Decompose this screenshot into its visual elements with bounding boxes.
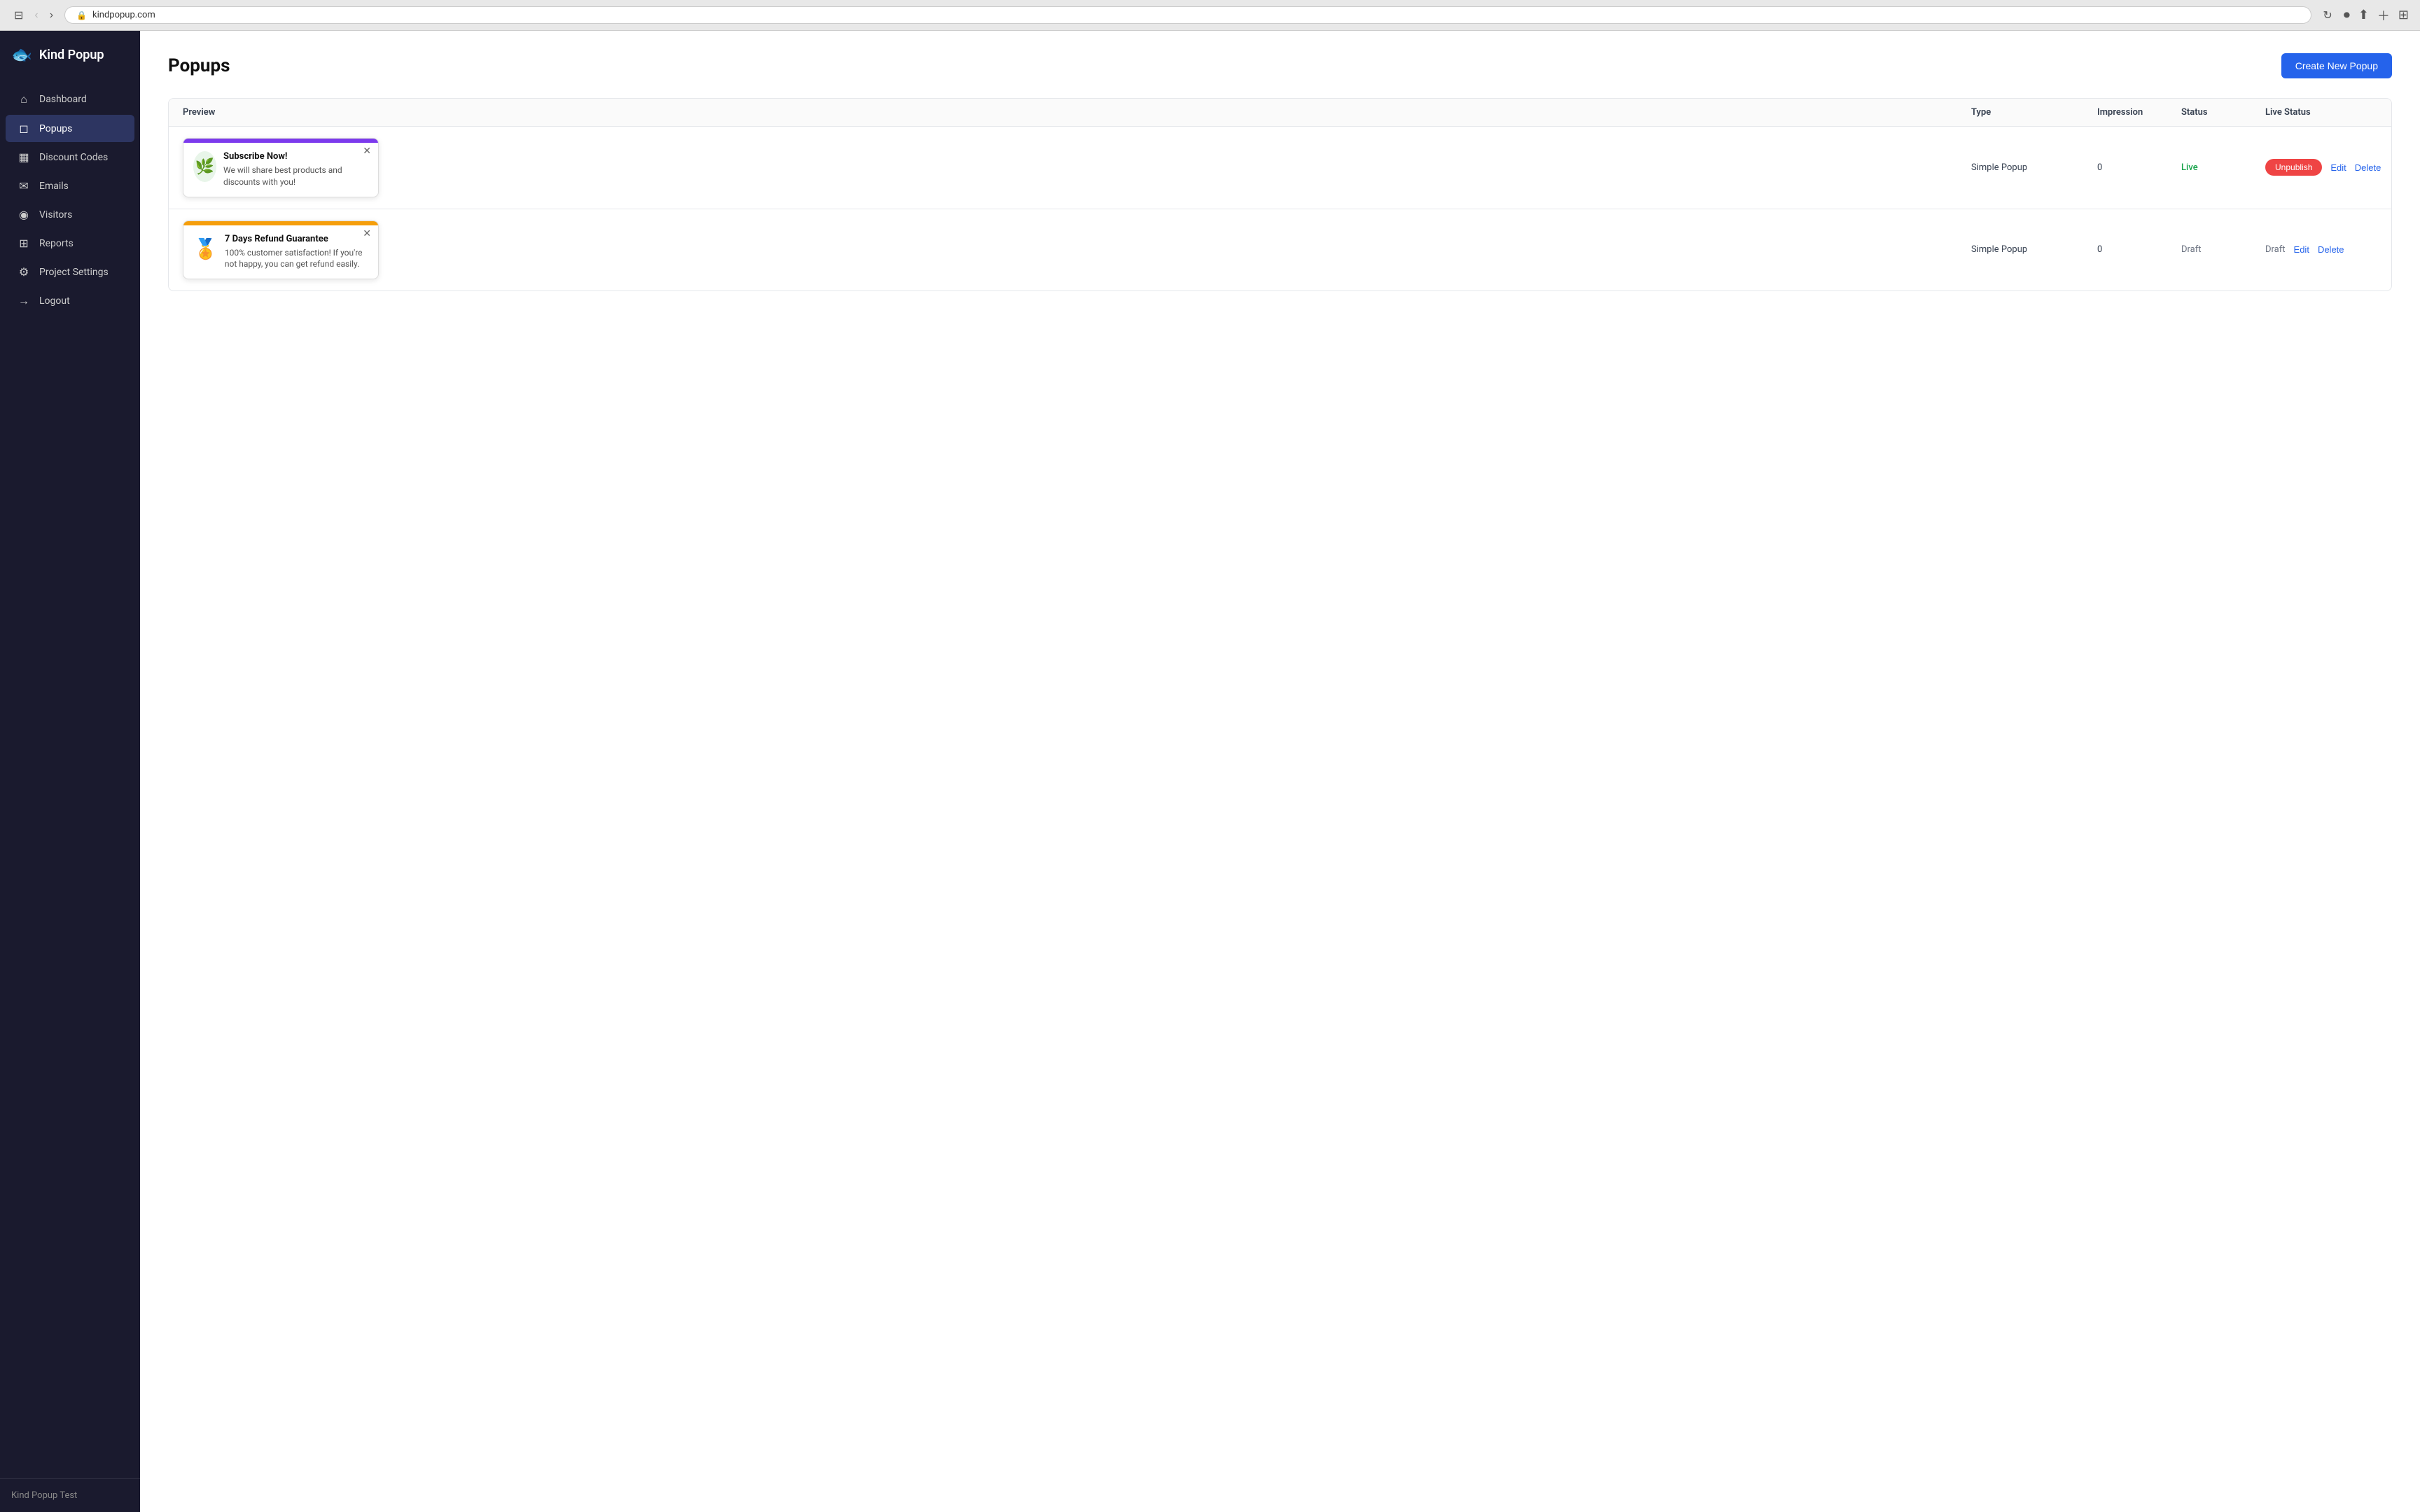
medal-icon: 🏅 xyxy=(193,234,218,265)
popups-table: Preview Type Impression Status Live Stat… xyxy=(168,98,2392,291)
leaf-icon: 🌿 xyxy=(193,151,216,182)
sidebar-item-project-settings[interactable]: ⚙ Project Settings xyxy=(6,258,134,286)
sidebar-item-dashboard[interactable]: ⌂ Dashboard xyxy=(6,85,134,113)
sidebar-label-reports: Reports xyxy=(39,238,74,249)
live-status-cell-2: Draft Edit Delete xyxy=(2265,244,2377,255)
address-bar[interactable]: 🔒 kindpopup.com xyxy=(64,6,2311,24)
url-text: kindpopup.com xyxy=(92,10,155,20)
popup-title-1: Subscribe Now! xyxy=(223,151,368,162)
sidebar-item-popups[interactable]: ◻ Popups xyxy=(6,115,134,142)
sidebar-item-emails[interactable]: ✉ Emails xyxy=(6,172,134,200)
back-button[interactable]: ‹ xyxy=(32,8,41,23)
email-icon: ✉ xyxy=(17,179,31,192)
col-header-live-status: Live Status xyxy=(2265,107,2377,118)
popup-text-2: 7 Days Refund Guarantee 100% customer sa… xyxy=(225,234,368,271)
popup-icon: ◻ xyxy=(17,122,31,135)
home-icon: ⌂ xyxy=(17,92,31,106)
popup-desc-2: 100% customer satisfaction! If you're no… xyxy=(225,247,368,271)
popup-body-2: 🏅 7 Days Refund Guarantee 100% customer … xyxy=(183,225,378,279)
delete-button-2[interactable]: Delete xyxy=(2318,244,2344,255)
sidebar-label-visitors: Visitors xyxy=(39,209,72,220)
table-header: Preview Type Impression Status Live Stat… xyxy=(169,99,2391,127)
popup-close-icon-2[interactable]: ✕ xyxy=(363,228,371,239)
col-header-type: Type xyxy=(1971,107,2097,118)
preview-cell-1: 🌿 Subscribe Now! We will share best prod… xyxy=(183,138,1971,197)
sidebar-nav: ⌂ Dashboard ◻ Popups ▦ Discount Codes ✉ … xyxy=(0,78,140,1478)
sidebar-toggle-button[interactable]: ⊟ xyxy=(11,7,26,24)
sidebar-label-project-settings: Project Settings xyxy=(39,267,109,278)
share-icon[interactable]: ⬆ xyxy=(2358,8,2369,22)
lock-icon: 🔒 xyxy=(76,10,87,20)
app-container: 🐟 Kind Popup ⌂ Dashboard ◻ Popups ▦ Disc… xyxy=(0,31,2420,1512)
sidebar-item-logout[interactable]: → Logout xyxy=(6,287,134,315)
create-popup-button[interactable]: Create New Popup xyxy=(2281,53,2392,78)
delete-button-1[interactable]: Delete xyxy=(2355,162,2381,173)
settings-icon: ⚙ xyxy=(17,265,31,279)
edit-button-1[interactable]: Edit xyxy=(2330,162,2346,173)
sidebar-label-popups: Popups xyxy=(39,123,72,134)
status-cell-2: Draft xyxy=(2181,244,2265,255)
impression-cell-1: 0 xyxy=(2097,162,2181,173)
sidebar-label-discount-codes: Discount Codes xyxy=(39,152,108,163)
browser-action-buttons: ⏺ ⬆ ＋ ⊞ xyxy=(2344,6,2409,24)
type-cell-2: Simple Popup xyxy=(1971,244,2097,255)
impression-cell-2: 0 xyxy=(2097,244,2181,255)
discount-icon: ▦ xyxy=(17,150,31,164)
sidebar-label-emails: Emails xyxy=(39,181,69,192)
logo-icon: 🐟 xyxy=(11,45,32,64)
edit-button-2[interactable]: Edit xyxy=(2294,244,2309,255)
popup-body-1: 🌿 Subscribe Now! We will share best prod… xyxy=(183,143,378,197)
status-cell-1: Live xyxy=(2181,162,2265,173)
live-status-cell-1: Unpublish Edit Delete xyxy=(2265,159,2377,176)
popup-text-1: Subscribe Now! We will share best produc… xyxy=(223,151,368,188)
browser-chrome: ⊟ ‹ › 🔒 kindpopup.com ↻ ⏺ ⬆ ＋ ⊞ xyxy=(0,0,2420,31)
popup-preview-1: 🌿 Subscribe Now! We will share best prod… xyxy=(183,138,379,197)
forward-button[interactable]: › xyxy=(47,8,56,23)
new-tab-icon[interactable]: ＋ xyxy=(2377,6,2390,24)
browser-nav-controls: ⊟ ‹ › xyxy=(11,7,56,24)
popup-close-icon-1[interactable]: ✕ xyxy=(363,146,371,157)
draft-badge: Draft xyxy=(2265,244,2286,255)
sidebar-label-dashboard: Dashboard xyxy=(39,94,87,105)
popup-preview-2: 🏅 7 Days Refund Guarantee 100% customer … xyxy=(183,220,379,280)
workspace-name: Kind Popup Test xyxy=(11,1490,77,1501)
app-logo: 🐟 Kind Popup xyxy=(0,31,140,78)
refresh-button[interactable]: ↻ xyxy=(2320,7,2335,24)
popup-desc-1: We will share best products and discount… xyxy=(223,164,368,188)
visitors-icon: ◉ xyxy=(17,208,31,221)
logout-icon: → xyxy=(17,294,31,308)
table-row: 🌿 Subscribe Now! We will share best prod… xyxy=(169,127,2391,209)
unpublish-button[interactable]: Unpublish xyxy=(2265,159,2322,176)
col-header-impression: Impression xyxy=(2097,107,2181,118)
table-row: 🏅 7 Days Refund Guarantee 100% customer … xyxy=(169,209,2391,291)
sidebar-item-reports[interactable]: ⊞ Reports xyxy=(6,230,134,257)
preview-cell-2: 🏅 7 Days Refund Guarantee 100% customer … xyxy=(183,220,1971,280)
popup-title-2: 7 Days Refund Guarantee xyxy=(225,234,368,244)
sidebar-item-visitors[interactable]: ◉ Visitors xyxy=(6,201,134,228)
col-header-preview: Preview xyxy=(183,107,1971,118)
type-cell-1: Simple Popup xyxy=(1971,162,2097,173)
sidebar-label-logout: Logout xyxy=(39,295,70,307)
grid-icon[interactable]: ⊞ xyxy=(2398,8,2409,22)
sidebar-item-discount-codes[interactable]: ▦ Discount Codes xyxy=(6,144,134,171)
download-icon[interactable]: ⏺ xyxy=(2344,8,2350,22)
app-name: Kind Popup xyxy=(39,48,104,62)
sidebar-footer: Kind Popup Test xyxy=(0,1478,140,1512)
col-header-status: Status xyxy=(2181,107,2265,118)
page-header: Popups Create New Popup xyxy=(168,53,2392,78)
page-title: Popups xyxy=(168,55,230,76)
main-content: Popups Create New Popup Preview Type Imp… xyxy=(140,31,2420,1512)
sidebar: 🐟 Kind Popup ⌂ Dashboard ◻ Popups ▦ Disc… xyxy=(0,31,140,1512)
reports-icon: ⊞ xyxy=(17,237,31,250)
